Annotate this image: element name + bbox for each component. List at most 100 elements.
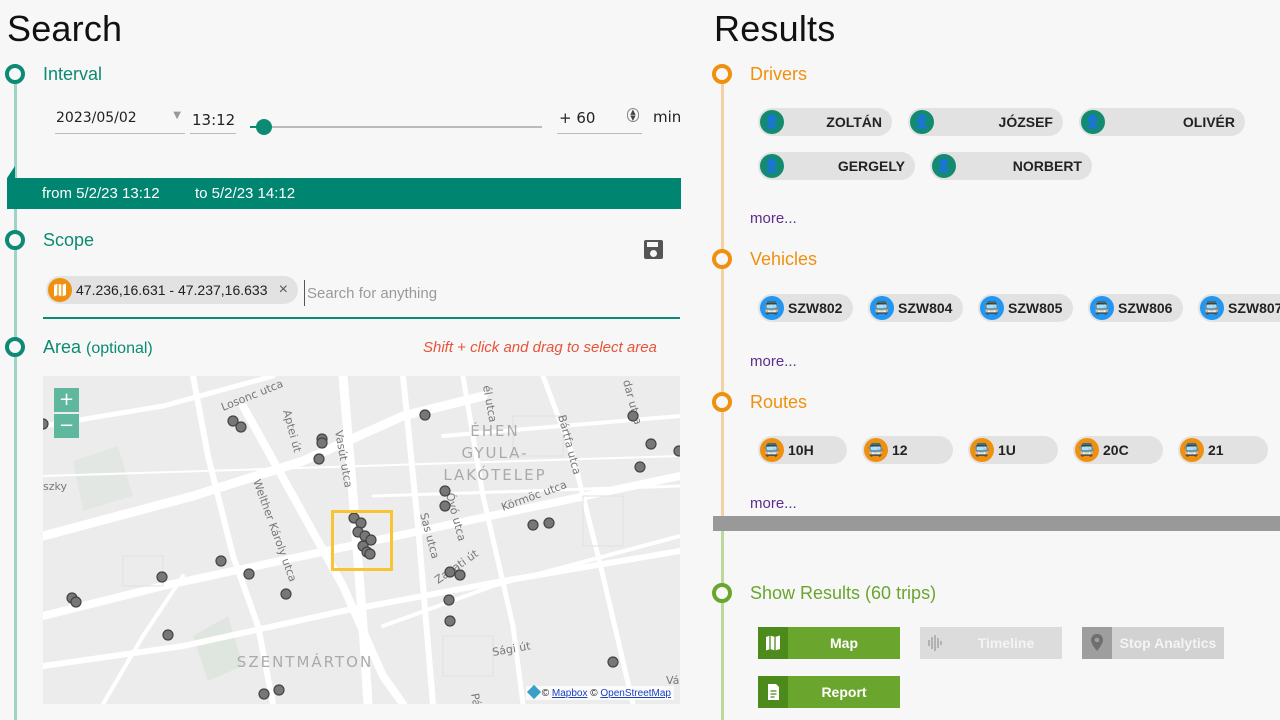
- stop-marker[interactable]: [439, 485, 451, 497]
- search-input[interactable]: [304, 280, 680, 306]
- stop-marker[interactable]: [444, 615, 456, 627]
- map-label-szky: szky: [43, 480, 67, 493]
- stop-marker[interactable]: [543, 517, 555, 529]
- driver-chip[interactable]: 👤 ZOLTÁN: [758, 108, 892, 136]
- stop-marker[interactable]: [70, 596, 82, 608]
- search-title: Search: [7, 8, 123, 49]
- route-chip[interactable]: 🚍 20C: [1073, 436, 1163, 464]
- results-timeline-line: [721, 80, 724, 516]
- duration-field[interactable]: + 60 ▲ ▼: [557, 104, 642, 134]
- report-button[interactable]: Report: [758, 676, 900, 708]
- results-divider-bar: [713, 516, 1280, 531]
- date-value: 2023/05/02: [56, 110, 137, 126]
- person-icon: 👤: [1081, 110, 1105, 134]
- route-chip-label: 1U: [998, 442, 1016, 458]
- route-chip[interactable]: 🚍 1U: [968, 436, 1058, 464]
- stop-analytics-button[interactable]: Stop Analytics: [1082, 627, 1224, 659]
- route-chip[interactable]: 🚍 10H: [758, 436, 847, 464]
- stop-marker[interactable]: [419, 409, 431, 421]
- area-selection-box[interactable]: [331, 510, 393, 571]
- driver-chip-label: GERGELY: [837, 158, 905, 174]
- routes-more-link[interactable]: more...: [750, 495, 797, 512]
- routes-heading: Routes: [750, 392, 808, 412]
- stop-marker[interactable]: [439, 500, 451, 512]
- drivers-heading: Drivers: [750, 64, 807, 84]
- results-timeline-line-lower: [721, 531, 724, 720]
- mapbox-link[interactable]: Mapbox: [552, 688, 588, 699]
- map-area[interactable]: Losonc utca Aptei út Vasút utca él utca …: [43, 376, 680, 704]
- stop-marker[interactable]: [156, 571, 168, 583]
- driver-chip[interactable]: 👤 GERGELY: [758, 152, 915, 180]
- zoom-out-button[interactable]: −: [54, 414, 79, 438]
- driver-chip[interactable]: 👤 NORBERT: [930, 152, 1092, 180]
- map-label-szentmarton: SZENTMÁRTON: [237, 652, 373, 671]
- osm-link[interactable]: OpenStreetMap: [600, 688, 671, 699]
- banner-notch: [7, 166, 15, 178]
- vehicle-chip[interactable]: 🚍 SZW805: [978, 294, 1073, 322]
- duration-value: + 60: [559, 109, 596, 127]
- save-icon[interactable]: [644, 240, 663, 259]
- driver-chip[interactable]: 👤 OLIVÉR: [1079, 108, 1245, 136]
- bus-icon: 🚍: [1075, 438, 1099, 462]
- stop-marker[interactable]: [258, 688, 270, 700]
- stop-marker[interactable]: [162, 629, 174, 641]
- map-button[interactable]: Map: [758, 627, 900, 659]
- vehicles-more-link[interactable]: more...: [750, 353, 797, 370]
- stepper-icon[interactable]: ▲ ▼: [627, 108, 639, 122]
- bus-icon: 🚍: [970, 438, 994, 462]
- stop-marker[interactable]: [634, 461, 646, 473]
- stop-marker[interactable]: [645, 438, 657, 450]
- stop-marker[interactable]: [607, 656, 619, 668]
- vehicle-chip[interactable]: 🚍 SZW802: [758, 294, 853, 322]
- area-heading: Area (optional): [43, 337, 153, 358]
- stop-marker[interactable]: [454, 569, 466, 581]
- route-chip[interactable]: 🚍 21: [1178, 436, 1268, 464]
- map-button-label: Map: [830, 635, 858, 651]
- time-field[interactable]: 13:12: [190, 108, 236, 134]
- attr-copy-2: ©: [590, 688, 598, 699]
- date-field[interactable]: 2023/05/02 ▼: [55, 106, 185, 134]
- bus-icon: 🚍: [864, 438, 888, 462]
- drivers-more-link[interactable]: more...: [750, 210, 797, 227]
- dropdown-arrow-icon[interactable]: ▼: [173, 110, 181, 121]
- map-label-ehen: ÉHEN: [470, 421, 519, 440]
- stop-marker[interactable]: [43, 418, 49, 430]
- search-underline: [43, 317, 680, 319]
- routes-step-icon: [712, 392, 732, 412]
- vehicle-chip[interactable]: 🚍 SZW806: [1088, 294, 1183, 322]
- mapbox-logo-icon: [526, 684, 541, 700]
- stop-marker[interactable]: [313, 453, 325, 465]
- stop-marker[interactable]: [316, 437, 328, 449]
- area-hint: Shift + click and drag to select area: [423, 339, 657, 356]
- driver-chip[interactable]: 👤 JÓZSEF: [908, 108, 1063, 136]
- stop-marker[interactable]: [280, 588, 292, 600]
- interval-summary-banner: from 5/2/23 13:12 to 5/2/23 14:12: [7, 166, 681, 209]
- vehicle-chip-label: SZW802: [788, 300, 843, 316]
- driver-chip-label: JÓZSEF: [998, 114, 1053, 130]
- zoom-controls: + −: [54, 388, 79, 438]
- vehicle-chip[interactable]: 🚍 SZW807: [1198, 294, 1280, 322]
- person-icon: 👤: [910, 110, 934, 134]
- stop-marker[interactable]: [235, 421, 247, 433]
- bus-icon: 🚍: [980, 296, 1004, 320]
- interval-slider-thumb[interactable]: [255, 119, 272, 135]
- stop-marker[interactable]: [443, 594, 455, 606]
- timeline-button[interactable]: Timeline: [920, 627, 1062, 659]
- stop-marker[interactable]: [273, 684, 285, 696]
- waveform-icon: [920, 627, 950, 659]
- stop-marker[interactable]: [527, 519, 539, 531]
- stop-marker[interactable]: [215, 555, 227, 567]
- close-icon[interactable]: ×: [279, 276, 288, 304]
- stop-marker[interactable]: [673, 445, 680, 457]
- route-chip[interactable]: 🚍 12: [862, 436, 953, 464]
- stop-marker[interactable]: [627, 410, 639, 422]
- scope-chip[interactable]: 47.236,16.631 - 47.237,16.633 ×: [46, 276, 298, 304]
- interval-heading: Interval: [43, 64, 103, 84]
- interval-slider-track[interactable]: [250, 126, 542, 128]
- map-label-gyula: GYULA-: [461, 444, 528, 462]
- stop-marker[interactable]: [444, 566, 456, 578]
- zoom-in-button[interactable]: +: [54, 388, 79, 412]
- stop-marker[interactable]: [243, 568, 255, 580]
- person-icon: 👤: [760, 110, 784, 134]
- vehicle-chip[interactable]: 🚍 SZW804: [868, 294, 963, 322]
